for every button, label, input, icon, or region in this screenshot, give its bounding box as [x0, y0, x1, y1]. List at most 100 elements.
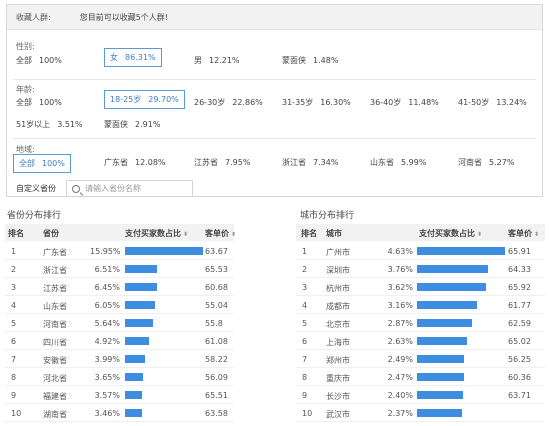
rank-cell: 10: [11, 409, 22, 418]
age-option-6[interactable]: 51岁以上 3.51%: [16, 119, 83, 130]
gender-option-1[interactable]: 女 86.31%: [104, 48, 162, 67]
table-row: 4 山东省 6.05% 55.04: [5, 296, 234, 314]
region-option-4[interactable]: 山东省 5.99%: [370, 157, 426, 168]
search-icon: [72, 184, 80, 193]
header-price[interactable]: 客单价 ⬍: [205, 228, 236, 239]
rank-cell: 5: [302, 319, 308, 328]
age-option-4[interactable]: 36-40岁 11.48%: [370, 97, 439, 108]
pct-cell: 3.16%: [387, 301, 413, 310]
header-pct[interactable]: 支付买家数占比 ⬍: [419, 228, 482, 239]
age-option-1[interactable]: 18-25岁 29.70%: [104, 90, 185, 109]
age-option-3[interactable]: 31-35岁 16.30%: [282, 97, 351, 108]
price-cell: 60.68: [205, 283, 228, 292]
rank-cell: 9: [11, 391, 17, 400]
age-option-name: 31-35岁: [282, 98, 314, 107]
region-option-2[interactable]: 江苏省 7.95%: [194, 157, 250, 168]
gender-option-name: 女: [110, 53, 118, 62]
header-rank: 排名: [8, 229, 24, 238]
header-price-label: 客单价: [508, 229, 532, 238]
sort-icon[interactable]: ⬍: [231, 231, 236, 238]
header-price-label: 客单价: [205, 229, 229, 238]
name-cell: 广东省: [43, 248, 67, 257]
header-price[interactable]: 客单价 ⬍: [508, 228, 539, 239]
name-cell: 安徽省: [43, 356, 67, 365]
pct-cell: 3.65%: [94, 373, 120, 382]
name-cell: 深圳市: [326, 266, 350, 275]
price-cell: 65.51: [205, 391, 228, 400]
pct-bar: [125, 247, 203, 255]
price-cell: 62.59: [508, 319, 531, 328]
age-option-7[interactable]: 蒙面侠 2.91%: [104, 119, 160, 130]
age-option-name: 全部: [16, 98, 32, 107]
gender-option-name: 全部: [16, 56, 32, 65]
pct-bar: [417, 265, 489, 273]
pct-cell: 6.45%: [94, 283, 120, 292]
rank-cell: 2: [11, 265, 17, 274]
name-cell: 江苏省: [43, 284, 67, 293]
age-option-name: 蒙面侠: [104, 120, 128, 129]
gender-option-3[interactable]: 蒙面侠 1.48%: [282, 55, 338, 66]
pct-bar: [417, 373, 464, 381]
price-cell: 58.22: [205, 355, 228, 364]
price-cell: 65.92: [508, 283, 531, 292]
gender-option-0[interactable]: 全部 100%: [16, 55, 62, 66]
rank-cell: 3: [11, 283, 17, 292]
region-option-value: 100%: [42, 159, 65, 168]
region-option-value: 7.95%: [225, 158, 251, 167]
pct-cell: 2.47%: [387, 373, 413, 382]
header-province: 省份: [43, 229, 59, 238]
age-label: 年龄:: [16, 85, 35, 94]
table-row: 8 重庆市 2.47% 60.36: [296, 368, 545, 386]
pct-cell: 3.46%: [94, 409, 120, 418]
name-cell: 长沙市: [326, 392, 350, 401]
region-option-5[interactable]: 河南省 5.27%: [458, 157, 514, 168]
age-option-2[interactable]: 26-30岁 22.86%: [194, 97, 263, 108]
name-cell: 郑州市: [326, 356, 350, 365]
rank-cell: 10: [302, 409, 313, 418]
price-cell: 56.25: [508, 355, 531, 364]
sort-icon[interactable]: ⬍: [477, 231, 482, 238]
price-cell: 63.58: [205, 409, 228, 418]
sort-icon[interactable]: ⬍: [183, 231, 188, 238]
table-row: 9 长沙市 2.40% 63.71: [296, 386, 545, 404]
province-search-input[interactable]: 请输入省份名称: [66, 180, 193, 197]
age-option-0[interactable]: 全部 100%: [16, 97, 62, 108]
divider: [13, 138, 536, 139]
sort-icon[interactable]: ⬍: [534, 231, 539, 238]
pct-bar: [125, 283, 157, 291]
pct-cell: 4.92%: [94, 337, 120, 346]
age-option-5[interactable]: 41-50岁 13.24%: [458, 97, 527, 108]
pct-bar: [417, 337, 467, 345]
pct-bar: [417, 319, 472, 327]
province-table-title: 省份分布排行: [7, 211, 62, 221]
name-cell: 广州市: [326, 248, 350, 257]
header-rank: 排名: [301, 229, 317, 238]
region-option-value: 12.08%: [135, 158, 166, 167]
region-option-1[interactable]: 广东省 12.08%: [104, 157, 166, 168]
gender-label: 性别:: [16, 42, 35, 51]
table-row: 1 广东省 15.95% 63.67: [5, 242, 234, 260]
gender-option-2[interactable]: 男 12.21%: [194, 55, 240, 66]
header-pct[interactable]: 支付买家数占比 ⬍: [125, 228, 188, 239]
pct-cell: 2.37%: [387, 409, 413, 418]
age-option-value: 13.24%: [496, 98, 527, 107]
region-option-3[interactable]: 浙江省 7.34%: [282, 157, 338, 168]
price-cell: 55.04: [205, 301, 228, 310]
header-city: 城市: [326, 229, 342, 238]
crowd-filter-panel: 收藏人群: 您目前可以收藏5个人群! 性别: 全部 100% 女 86.31% 男 12.…: [6, 4, 543, 197]
pct-cell: 2.49%: [387, 355, 413, 364]
pct-bar: [125, 319, 153, 327]
price-cell: 65.02: [508, 337, 531, 346]
pct-cell: 15.95%: [90, 247, 121, 256]
table-row: 3 杭州市 3.62% 65.92: [296, 278, 545, 296]
region-option-0[interactable]: 全部 100%: [13, 154, 71, 173]
gender-option-value: 12.21%: [209, 56, 240, 65]
custom-province-label: 自定义省份: [16, 184, 56, 193]
table-row: 10 武汉市 2.37%: [296, 404, 545, 422]
rank-cell: 8: [302, 373, 308, 382]
table-row: 4 成都市 3.16% 61.77: [296, 296, 545, 314]
name-cell: 北京市: [326, 320, 350, 329]
pct-cell: 3.99%: [94, 355, 120, 364]
rank-cell: 3: [302, 283, 308, 292]
table-row: 7 郑州市 2.49% 56.25: [296, 350, 545, 368]
